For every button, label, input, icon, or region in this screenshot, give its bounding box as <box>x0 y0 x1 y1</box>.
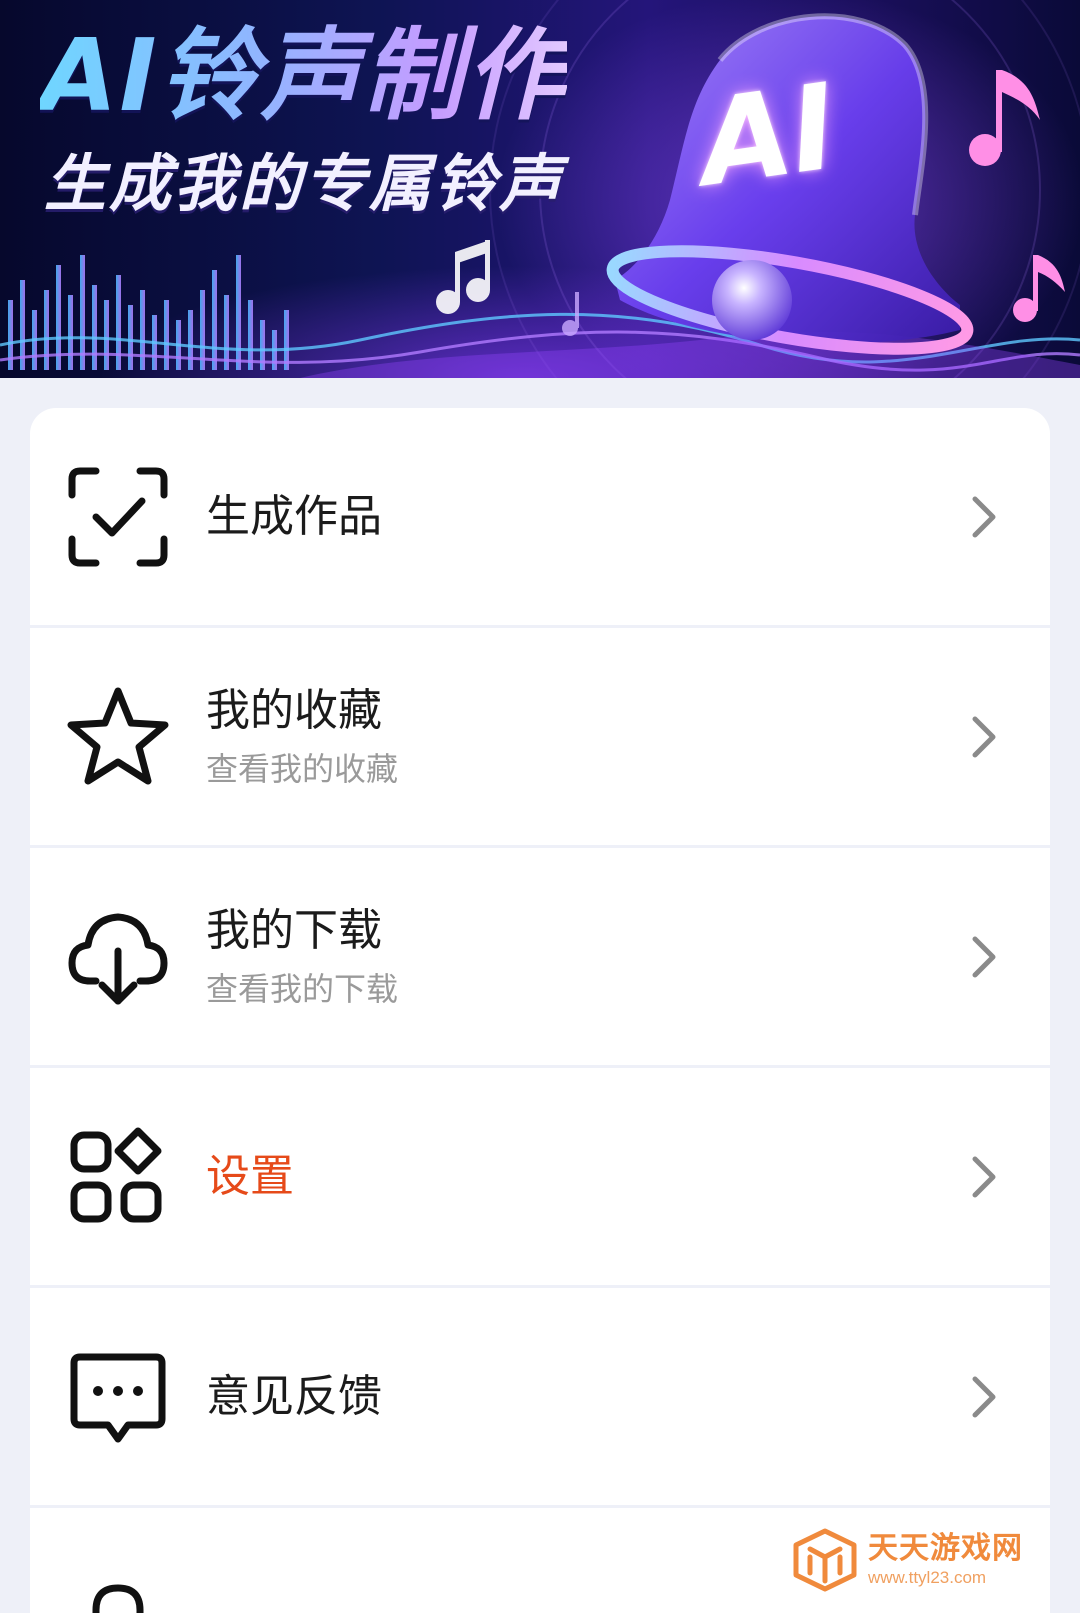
menu-item-label: 生成作品 <box>206 490 382 542</box>
watermark-url: www.ttyl23.com <box>868 1568 987 1587</box>
scan-check-icon <box>66 465 170 569</box>
star-icon <box>66 685 170 789</box>
apps-grid-icon <box>66 1125 170 1229</box>
watermark-name: 天天游戏网 <box>868 1531 1023 1566</box>
chevron-right-icon <box>970 495 998 539</box>
banner-subtitle: 生成我的专属铃声 <box>44 147 565 220</box>
menu-item-generated-works[interactable]: 生成作品 <box>30 408 1050 628</box>
menu-item-settings[interactable]: 设置 <box>30 1068 1050 1288</box>
cloud-download-icon <box>66 905 170 1009</box>
banner-title: AI铃声制作 <box>40 17 567 134</box>
menu-item-label: 意见反馈 <box>206 1370 382 1422</box>
chevron-right-icon <box>970 935 998 979</box>
menu-item-feedback[interactable]: 意见反馈 <box>30 1288 1050 1508</box>
menu-item-favorites[interactable]: 我的收藏 查看我的收藏 <box>30 628 1050 848</box>
menu-item-downloads[interactable]: 我的下载 查看我的下载 <box>30 848 1050 1068</box>
chevron-right-icon <box>970 715 998 759</box>
chevron-right-icon <box>970 1155 998 1199</box>
watermark-logo-icon <box>792 1527 858 1593</box>
menu-list: 生成作品 我的收藏 查看我的收藏 我的下载 查看我的下载 设置 意见反馈 <box>30 408 1050 1613</box>
menu-item-sublabel: 查看我的下载 <box>206 969 399 1008</box>
menu-item-label: 我的收藏 <box>206 684 382 736</box>
menu-item-label: 我的下载 <box>206 904 382 956</box>
menu-item-sublabel: 查看我的收藏 <box>206 749 399 788</box>
menu-item-label: 设置 <box>206 1150 294 1202</box>
watermark: 天天游戏网 www.ttyl23.com <box>792 1515 1072 1605</box>
bell-label: AI <box>691 57 845 213</box>
music-note-icon <box>436 240 490 314</box>
banner: AI铃声制作 生成我的专属铃声 AI <box>0 0 1080 378</box>
message-dots-icon <box>66 1345 170 1449</box>
chevron-right-icon <box>970 1375 998 1419</box>
lock-icon <box>66 1578 170 1613</box>
